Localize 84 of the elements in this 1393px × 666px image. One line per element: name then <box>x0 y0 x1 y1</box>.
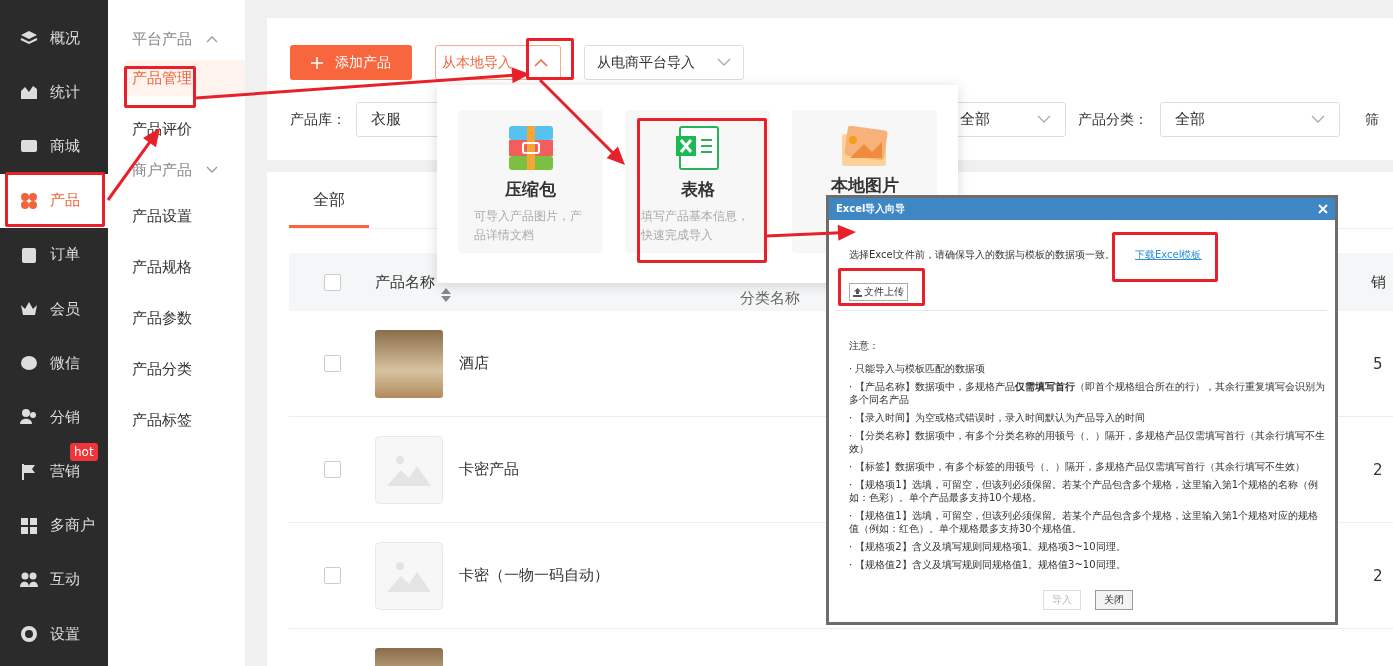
pictures-icon <box>841 126 888 166</box>
sidebar-item[interactable]: 多商户 <box>0 498 108 553</box>
option-title: 压缩包 <box>505 178 556 201</box>
upload-icon <box>853 287 862 297</box>
image-placeholder-icon <box>375 541 443 610</box>
chevron-down-icon <box>717 58 731 67</box>
note-text: · 【规格值1】选填，可留空，但该列必须保留。若某个产品包含多个规格，这里输入第1个规格对应的规格值（例如：红色）。单个规格最多支持30个规格值。 <box>849 509 1320 535</box>
chevron-down-icon <box>206 166 218 174</box>
sidebar-item[interactable]: 统计 <box>0 65 108 120</box>
filter-label: 产品分类： <box>1078 110 1148 129</box>
note-text: · 【产品名称】数据项中，多规格产品仅需填写首行（即首个规格组合所在的行），其余行重复填写会识别为多个同名产品 <box>849 380 1327 406</box>
close-icon[interactable] <box>1318 204 1328 214</box>
sidebar-item[interactable]: hot 营销 <box>0 444 108 499</box>
store-icon <box>20 516 38 535</box>
note-text: · 【规格项2】含义及填写规则同规格项1。规格项3~10同理。 <box>849 540 1127 553</box>
note-text: · 【录入时间】为空或格式错误时，录入时间默认为产品导入的时间 <box>849 411 1147 424</box>
column-header: 分类名称 <box>740 289 800 308</box>
checkbox[interactable] <box>323 567 341 584</box>
note-text: · 【规格值2】含义及填写规则同规格值1。规格值3~10同理。 <box>849 558 1127 571</box>
checkbox[interactable] <box>323 461 341 478</box>
column-header: 销 <box>1371 272 1386 292</box>
option-title: 本地图片 <box>830 174 899 197</box>
photo-placeholder <box>375 329 443 398</box>
chevron-down-icon <box>1311 115 1325 124</box>
settings-icon <box>20 625 38 644</box>
archive-icon <box>508 126 553 170</box>
people-icon <box>20 570 38 589</box>
sort-icon[interactable] <box>441 288 451 302</box>
checkbox[interactable] <box>323 273 341 291</box>
chevron-up-icon <box>206 35 218 43</box>
table-cell: 2 <box>1373 566 1383 585</box>
import-platform-dropdown[interactable]: 从电商平台导入 <box>584 45 744 80</box>
sidebar-item[interactable]: 概况 <box>0 11 108 66</box>
product-name: 卡密产品 <box>459 460 519 479</box>
download-template-link[interactable]: 下载Excel模板 <box>1135 248 1202 262</box>
image-placeholder-icon <box>375 435 443 504</box>
nav-item[interactable]: 产品标签 <box>108 395 245 445</box>
nav-group-header[interactable]: 商户产品 <box>108 155 245 185</box>
highlight-frame <box>526 38 574 80</box>
nav-item[interactable]: 产品规格 <box>108 242 245 292</box>
sidebar-item[interactable]: 设置 <box>0 607 108 662</box>
nav-item[interactable]: 产品分类 <box>108 344 245 394</box>
flag-icon <box>20 462 38 481</box>
sidebar-item[interactable]: 互动 <box>0 552 108 608</box>
tab[interactable]: 全部 <box>289 172 369 228</box>
note-text: · 【标签】数据项中，有多个标签的用顿号（、）隔开，多规格产品仅需填写首行（其余行填写不生效） <box>849 460 1307 473</box>
spreadsheet-icon <box>675 126 720 170</box>
users-icon <box>20 408 38 427</box>
nav-item[interactable]: 产品参数 <box>108 293 245 343</box>
sidebar-item[interactable]: 订单 <box>0 227 108 282</box>
nav-group-header[interactable]: 平台产品 <box>108 24 245 54</box>
chart-icon <box>20 83 38 102</box>
filter-label: 筛 <box>1365 110 1379 129</box>
table-cell: 5 <box>1373 354 1383 373</box>
chevron-down-icon <box>1037 115 1051 124</box>
option-title: 表格 <box>680 178 715 201</box>
note-text: · 【规格项1】选填，可留空，但该列必须保留。若某个产品包含多个规格，这里输入第1个规格的名称（例如：色彩）。单个产品最多支持10个规格。 <box>849 478 1320 504</box>
option-description: 填写产品基本信息，快速完成导入 <box>640 208 750 244</box>
plus-icon <box>311 56 323 69</box>
product-name: 酒店 <box>459 354 489 373</box>
checkbox[interactable] <box>323 355 341 372</box>
dialog-button[interactable]: 关闭 <box>1095 590 1133 610</box>
sidebar-item[interactable]: 会员 <box>0 281 108 337</box>
sidebar-item[interactable]: 分销 <box>0 390 108 445</box>
table-cell: 2 <box>1373 460 1383 479</box>
filter-label: 产品库： <box>290 110 346 129</box>
note-text: · 只能导入与模板匹配的数据项 <box>849 362 987 375</box>
notes-title: 注意： <box>849 339 880 353</box>
hot-badge: hot <box>70 442 98 461</box>
nav-item[interactable]: 产品设置 <box>108 191 245 241</box>
dialog-title: Excel导入向导 <box>836 202 906 216</box>
chevron-up-icon <box>534 58 548 67</box>
note-text: · 【分类名称】数据项中，有多个分类名称的用顿号（、）隔开，多规格产品仅需填写首行（其余行填写不生效） <box>849 429 1327 455</box>
import-option[interactable]: 表格 填写产品基本信息，快速完成导入 <box>625 110 770 253</box>
option-description: 可导入产品图片，产品详情文档 <box>473 208 583 244</box>
import-option[interactable]: 压缩包 可导入产品图片，产品详情文档 <box>458 110 603 253</box>
column-header[interactable]: 产品名称 <box>375 272 435 292</box>
sidebar-item[interactable]: 微信 <box>0 336 108 391</box>
grid-icon <box>20 191 38 210</box>
file-upload-button[interactable]: 文件上传 <box>849 283 908 301</box>
product-name: 卡密（一物一码自动） <box>459 566 609 585</box>
highlight-frame <box>124 66 196 108</box>
category-select[interactable]: 全部 <box>1160 102 1340 137</box>
sidebar-item[interactable]: 商城 <box>0 119 108 174</box>
